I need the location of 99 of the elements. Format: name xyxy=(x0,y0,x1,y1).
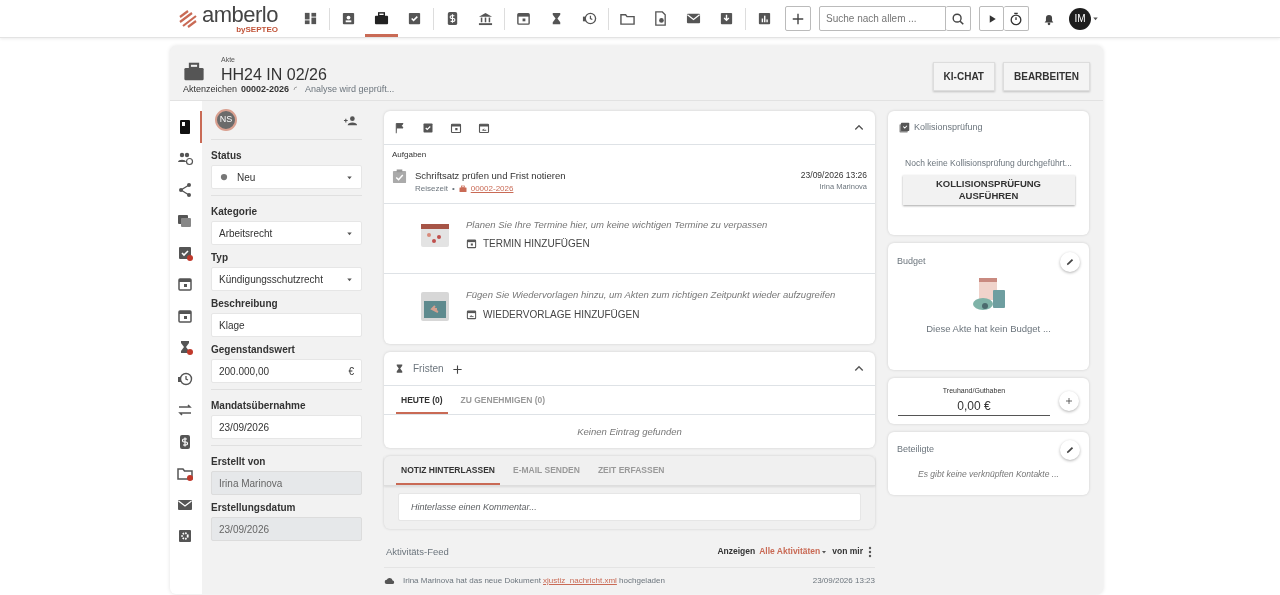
logo-text: amberlo xyxy=(202,3,278,26)
folder-icon xyxy=(620,11,635,26)
field-label: Gegenstandswert xyxy=(211,343,296,357)
composer-tab[interactable]: NOTIZ HINTERLASSEN xyxy=(396,455,500,485)
checklist-icon xyxy=(407,11,422,26)
mail-icon xyxy=(686,11,701,26)
add-action-link[interactable]: TERMIN HINZUFÜGEN xyxy=(466,236,768,251)
readonly-field: Irina Marinova xyxy=(211,471,362,495)
analysis-status: Analyse wird geprüft... xyxy=(305,83,395,97)
user-avatar[interactable]: IM xyxy=(1069,7,1091,30)
header-button[interactable]: KI-CHAT xyxy=(932,61,995,91)
dollar-document-icon xyxy=(445,11,460,26)
card-title: Kollisionsprüfung xyxy=(914,121,983,134)
kebab-icon xyxy=(867,546,873,558)
status-select[interactable]: Neu xyxy=(211,165,362,189)
briefcase-icon xyxy=(458,184,467,193)
comment-field[interactable]: Hinterlasse einen Kommentar... xyxy=(398,492,861,521)
calendar-icon xyxy=(516,11,531,26)
flag-icon xyxy=(394,122,406,135)
logo-tagline: bySEPTEO xyxy=(236,25,278,34)
task-icon xyxy=(392,168,407,184)
empty-message: Diese Akte hat kein Budget ... xyxy=(925,322,1052,336)
field-label: Kategorie xyxy=(211,205,259,219)
field-label: Typ xyxy=(211,251,230,265)
balance-value: 0,00 € xyxy=(957,397,991,415)
edit-button[interactable] xyxy=(1060,439,1080,460)
briefcase-icon xyxy=(374,11,389,26)
task-title[interactable]: Schriftsatz prüfen und Frist notieren xyxy=(415,168,566,183)
plus-icon xyxy=(791,11,805,26)
scope-label: von mir xyxy=(832,545,863,558)
run-check-button[interactable]: KOLLISIONSPRÜFUNG AUSFÜHREN xyxy=(902,175,1075,205)
document-icon xyxy=(653,11,668,26)
deadline-tab[interactable]: HEUTE (0) xyxy=(396,385,448,415)
logo-icon xyxy=(178,8,198,29)
calendar-return-icon xyxy=(466,308,477,320)
download-icon xyxy=(719,11,734,26)
feed-entry: Irina Marinova hat das neue Dokument xjustiz_nachricht.xml hochgeladen xyxy=(403,574,665,587)
input-field[interactable]: Klage xyxy=(211,313,362,337)
document-link[interactable]: xjustiz_nachricht.xml xyxy=(543,575,617,585)
feed-title: Aktivitäts-Feed xyxy=(386,544,449,559)
header-button[interactable]: BEARBEITEN xyxy=(1003,61,1090,91)
pencil-icon xyxy=(1065,257,1075,267)
checklist-icon xyxy=(898,121,910,134)
empty-message: Keinen Eintrag gefunden xyxy=(577,426,682,438)
section-label: Aufgaben xyxy=(392,148,428,161)
cloud-upload-icon xyxy=(384,575,395,587)
field-label: Erstellungsdatum xyxy=(211,501,297,515)
card-title: Budget xyxy=(897,255,926,269)
bank-icon xyxy=(478,11,493,26)
task-category: Reisezeit xyxy=(415,182,448,195)
calendar-icon xyxy=(450,122,462,135)
empty-hint: Planen Sie Ihre Termine hier, um keine wichtigen Termine zu verpassen xyxy=(466,217,768,232)
search-field[interactable]: Suche nach allem ... xyxy=(819,6,946,31)
readonly-field: 23/09/2026 xyxy=(211,517,362,541)
calendar-icon xyxy=(466,238,477,249)
input-field[interactable]: 200.000,00 € xyxy=(211,359,362,383)
search-icon xyxy=(951,11,965,26)
play-button[interactable] xyxy=(979,6,1004,31)
reference-number: 00002-2026 xyxy=(241,83,290,97)
card-title: Fristen xyxy=(413,361,444,376)
empty-message: Noch keine Kollisionsprüfung durchgeführt... xyxy=(904,156,1073,170)
select-field[interactable]: Kündigungsschutzrecht xyxy=(211,267,362,291)
empty-message: Es gibt keine verknüpften Kontakte ... xyxy=(917,467,1060,481)
plus-icon xyxy=(1065,397,1073,405)
case-link[interactable]: 00002-2026 xyxy=(470,182,514,195)
clock-icon xyxy=(582,11,597,26)
search-button[interactable] xyxy=(946,6,971,31)
contact-card-icon xyxy=(341,11,356,26)
filter-label: Anzeigen xyxy=(717,545,756,558)
field-label: Erstellt von xyxy=(211,455,267,469)
more-button[interactable] xyxy=(867,545,873,558)
field-label: Status xyxy=(211,149,243,163)
empty-hint: Fügen Sie Wiedervorlagen hinzu, um Akten zum richtigen Zeitpunkt wieder aufzugreifen xyxy=(466,288,836,303)
currency-label: € xyxy=(348,364,354,379)
plus-icon xyxy=(451,363,463,375)
owner-avatar: NS xyxy=(215,109,237,131)
feed-date: 23/09/2026 13:23 xyxy=(812,574,875,587)
field-label: Mandatsübernahme xyxy=(211,399,307,413)
timer-button[interactable] xyxy=(1004,6,1029,31)
add-action-link[interactable]: WIEDERVORLAGE HINZUFÜGEN xyxy=(466,306,836,322)
select-field[interactable]: Arbeitsrecht xyxy=(211,221,362,245)
status-dot-icon xyxy=(219,172,229,182)
hourglass-icon xyxy=(394,362,405,374)
pencil-icon xyxy=(1065,444,1075,455)
calendar-return-icon xyxy=(478,122,490,135)
stopwatch-icon xyxy=(1009,11,1023,26)
field-label: Beschreibung xyxy=(211,297,279,311)
case-title: HH24 IN 02/26 xyxy=(221,65,327,84)
chart-icon xyxy=(757,11,772,26)
dashboard-icon xyxy=(303,11,318,26)
add-button[interactable] xyxy=(785,6,811,31)
card-title: Beteiligte xyxy=(897,443,935,456)
caret-icon xyxy=(1091,14,1100,23)
reference-label: Aktenzeichen xyxy=(183,83,238,97)
checklist-icon xyxy=(422,122,434,135)
task-date: 23/09/2026 13:26 xyxy=(800,168,867,182)
edit-button[interactable] xyxy=(1060,252,1080,272)
input-field[interactable]: 23/09/2026 xyxy=(211,415,362,439)
separator-dot: • xyxy=(451,182,455,195)
